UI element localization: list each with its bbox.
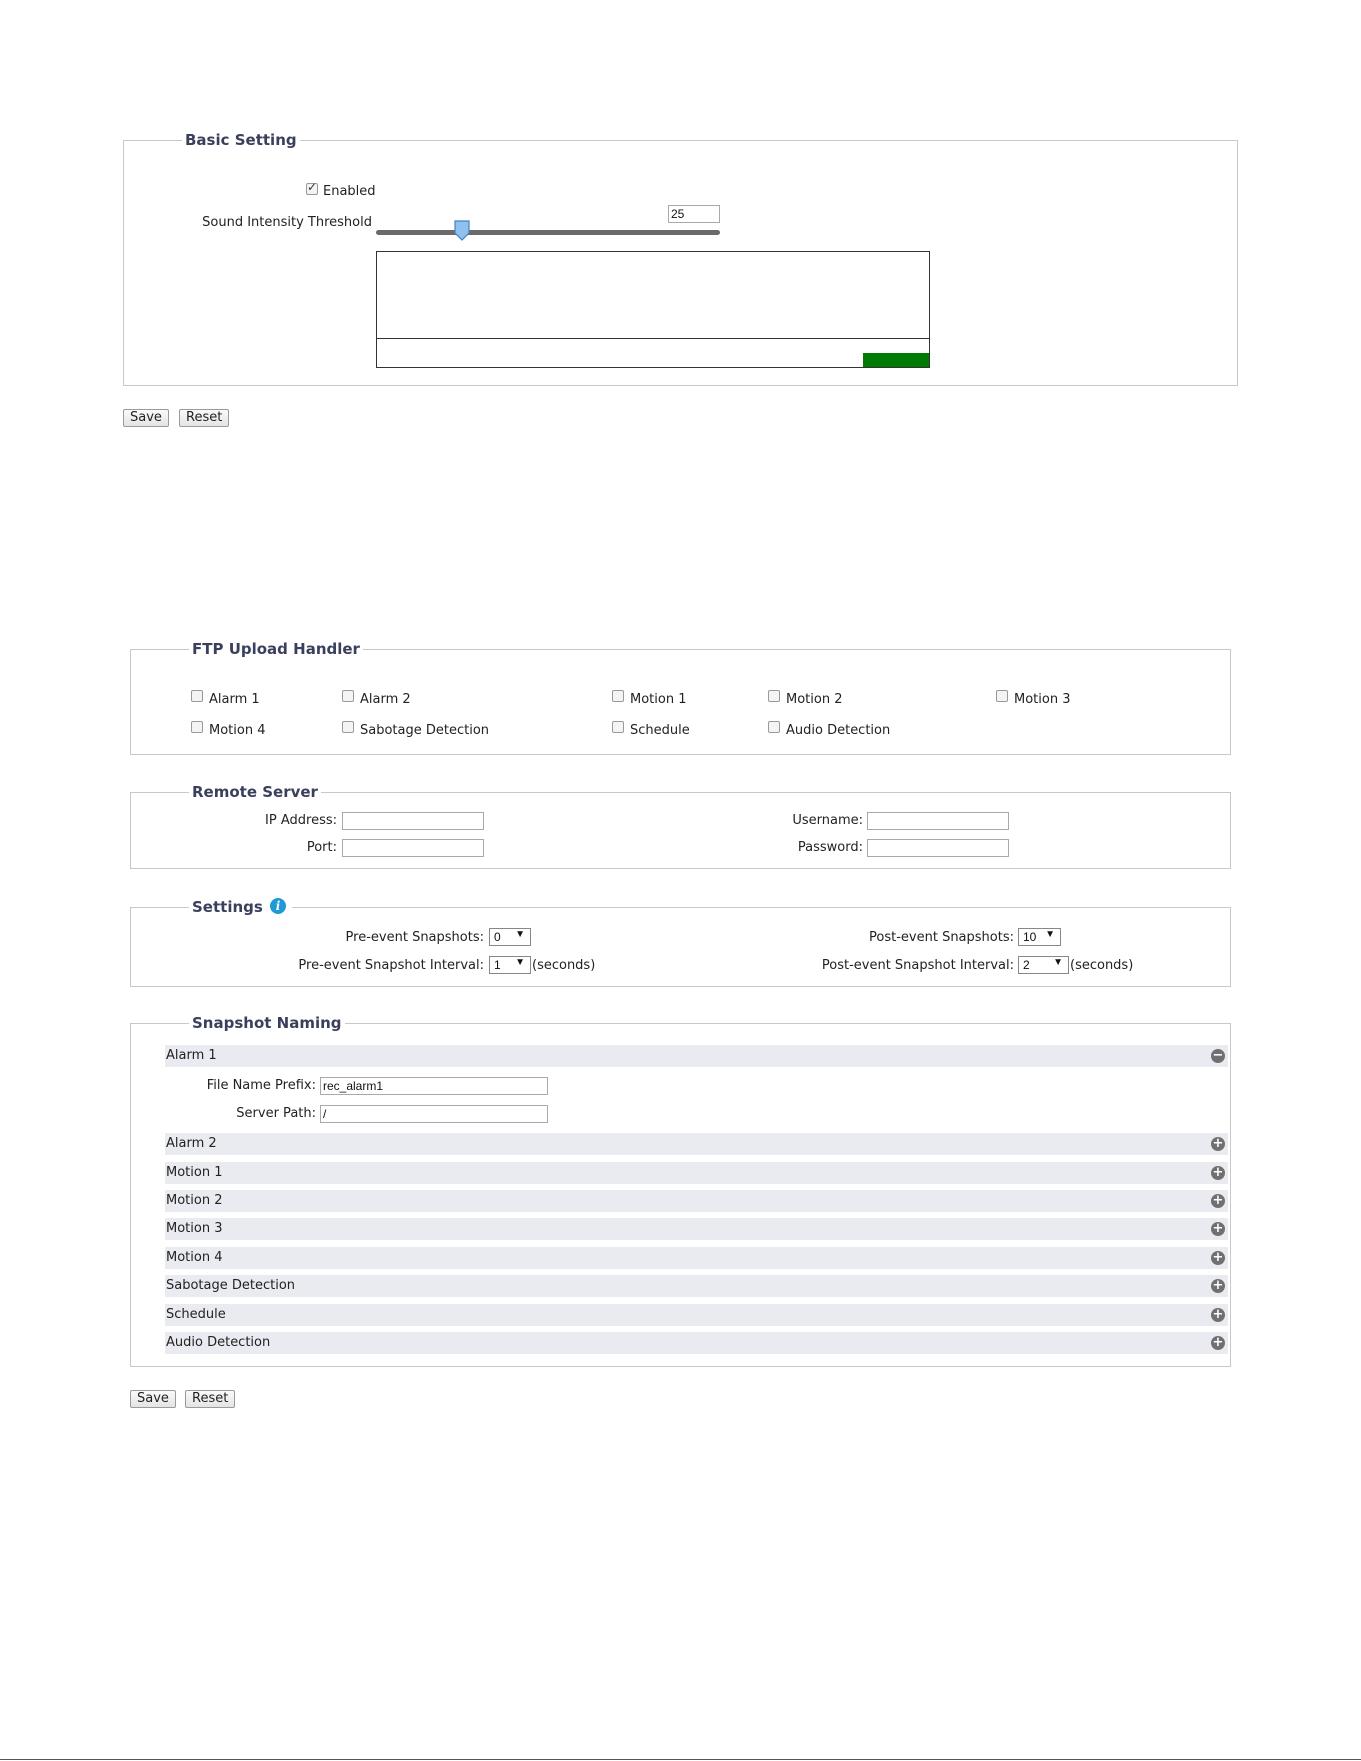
snapshot-naming-legend: Snapshot Naming (192, 1014, 342, 1032)
ftp-label-motion-4: Motion 4 (209, 723, 266, 738)
plus-circle-icon[interactable]: + (1211, 1194, 1225, 1208)
username-field[interactable] (867, 812, 1009, 830)
plus-circle-icon[interactable]: + (1211, 1222, 1225, 1236)
plus-circle-icon[interactable]: + (1211, 1166, 1225, 1180)
port-label: Port: (306, 840, 337, 855)
ftp-checkbox-motion-4[interactable] (191, 721, 203, 733)
info-icon[interactable]: i (270, 898, 286, 914)
accordion-label: Sabotage Detection (166, 1278, 296, 1293)
server-path-field[interactable] (320, 1105, 548, 1123)
ftp-label-audio: Audio Detection (786, 723, 891, 738)
ip-address-field[interactable] (342, 812, 484, 830)
accordion-header-motion-3[interactable]: Motion 3 + (165, 1218, 1228, 1240)
remote-server-legend: Remote Server (192, 783, 318, 801)
plus-circle-icon[interactable]: + (1211, 1308, 1225, 1322)
triangle-down-icon: ▼ (515, 929, 525, 940)
pre-interval-label: Pre-event Snapshot Interval: (298, 958, 484, 973)
accordion-label: Motion 3 (166, 1221, 223, 1236)
ftp-checkbox-audio[interactable] (768, 721, 780, 733)
pre-snapshots-value: 0 (494, 930, 501, 944)
ftp-label-motion-1: Motion 1 (630, 692, 687, 707)
pre-interval-unit: (seconds) (532, 958, 596, 973)
basic-reset-button[interactable]: Reset (179, 409, 230, 427)
accordion-header-motion-4[interactable]: Motion 4 + (165, 1247, 1228, 1269)
sound-level-meter (376, 251, 930, 368)
post-interval-label: Post-event Snapshot Interval: (821, 958, 1014, 973)
page-bottom-divider (0, 1759, 1361, 1760)
ftp-label-alarm-2: Alarm 2 (360, 692, 411, 707)
file-name-prefix-label: File Name Prefix: (206, 1078, 316, 1093)
basic-save-button[interactable]: Save (123, 409, 169, 427)
triangle-down-icon: ▼ (1045, 929, 1055, 940)
accordion-header-schedule[interactable]: Schedule + (165, 1304, 1228, 1326)
threshold-value-input[interactable] (668, 205, 720, 223)
post-snapshots-select[interactable]: 10 ▼ (1018, 928, 1061, 946)
pre-snapshots-select[interactable]: 0 ▼ (489, 928, 531, 946)
settings-legend-text: Settings (192, 898, 263, 916)
ftp-label-alarm-1: Alarm 1 (209, 692, 260, 707)
ftp-label-motion-3: Motion 3 (1014, 692, 1071, 707)
threshold-slider-track[interactable] (376, 230, 720, 235)
username-label: Username: (792, 813, 863, 828)
ftp-checkbox-sabotage[interactable] (342, 721, 354, 733)
accordion-label: Alarm 2 (166, 1136, 217, 1151)
ftp-checkbox-motion-2[interactable] (768, 690, 780, 702)
ftp-checkbox-alarm-2[interactable] (342, 690, 354, 702)
accordion-header-motion-1[interactable]: Motion 1 + (165, 1162, 1228, 1184)
ip-address-label: IP Address: (265, 813, 337, 828)
accordion-label: Motion 2 (166, 1193, 223, 1208)
accordion-header-motion-2[interactable]: Motion 2 + (165, 1190, 1228, 1212)
ftp-label-sabotage: Sabotage Detection (360, 723, 490, 738)
accordion-label: Motion 4 (166, 1250, 223, 1265)
ftp-checkbox-motion-1[interactable] (612, 690, 624, 702)
plus-circle-icon[interactable]: + (1211, 1279, 1225, 1293)
triangle-down-icon: ▼ (515, 957, 525, 968)
post-interval-value: 2 (1023, 958, 1030, 972)
ftp-checkbox-alarm-1[interactable] (191, 690, 203, 702)
password-field[interactable] (867, 839, 1009, 857)
threshold-label: Sound Intensity Threshold (202, 215, 372, 230)
ftp-checkbox-motion-3[interactable] (996, 690, 1008, 702)
post-snapshots-value: 10 (1023, 930, 1037, 944)
accordion-label: Alarm 1 (166, 1048, 217, 1063)
ftp-checkbox-schedule[interactable] (612, 721, 624, 733)
accordion-header-audio[interactable]: Audio Detection + (165, 1332, 1228, 1354)
threshold-slider-handle[interactable] (454, 220, 470, 241)
meter-level-bar (863, 353, 929, 367)
enabled-checkbox[interactable] (306, 180, 318, 195)
enabled-label: Enabled (323, 184, 376, 199)
pre-interval-select[interactable]: 1 ▼ (489, 956, 531, 974)
accordion-label: Audio Detection (166, 1335, 271, 1350)
naming-reset-button[interactable]: Reset (185, 1390, 236, 1408)
ftp-label-schedule: Schedule (630, 723, 690, 738)
meter-divider (377, 338, 929, 339)
file-name-prefix-field[interactable] (320, 1077, 548, 1095)
pre-snapshots-label: Pre-event Snapshots: (345, 930, 484, 945)
accordion-label: Motion 1 (166, 1165, 223, 1180)
post-interval-select[interactable]: 2 ▼ (1018, 956, 1069, 974)
pre-interval-value: 1 (494, 958, 501, 972)
password-label: Password: (797, 840, 863, 855)
plus-circle-icon[interactable]: + (1211, 1336, 1225, 1350)
port-field[interactable] (342, 839, 484, 857)
accordion-label: Schedule (166, 1307, 226, 1322)
accordion-header-sabotage[interactable]: Sabotage Detection + (165, 1275, 1228, 1297)
triangle-down-icon: ▼ (1053, 957, 1063, 968)
post-interval-unit: (seconds) (1070, 958, 1134, 973)
accordion-header-alarm-1[interactable]: Alarm 1 − (165, 1045, 1228, 1067)
plus-circle-icon[interactable]: + (1211, 1137, 1225, 1151)
server-path-label: Server Path: (236, 1106, 316, 1121)
post-snapshots-label: Post-event Snapshots: (869, 930, 1014, 945)
ftp-label-motion-2: Motion 2 (786, 692, 843, 707)
ftp-upload-legend: FTP Upload Handler (192, 640, 360, 658)
plus-circle-icon[interactable]: + (1211, 1251, 1225, 1265)
basic-setting-legend: Basic Setting (185, 131, 297, 149)
accordion-header-alarm-2[interactable]: Alarm 2 + (165, 1133, 1228, 1155)
minus-circle-icon[interactable]: − (1211, 1049, 1225, 1063)
naming-save-button[interactable]: Save (130, 1390, 176, 1408)
